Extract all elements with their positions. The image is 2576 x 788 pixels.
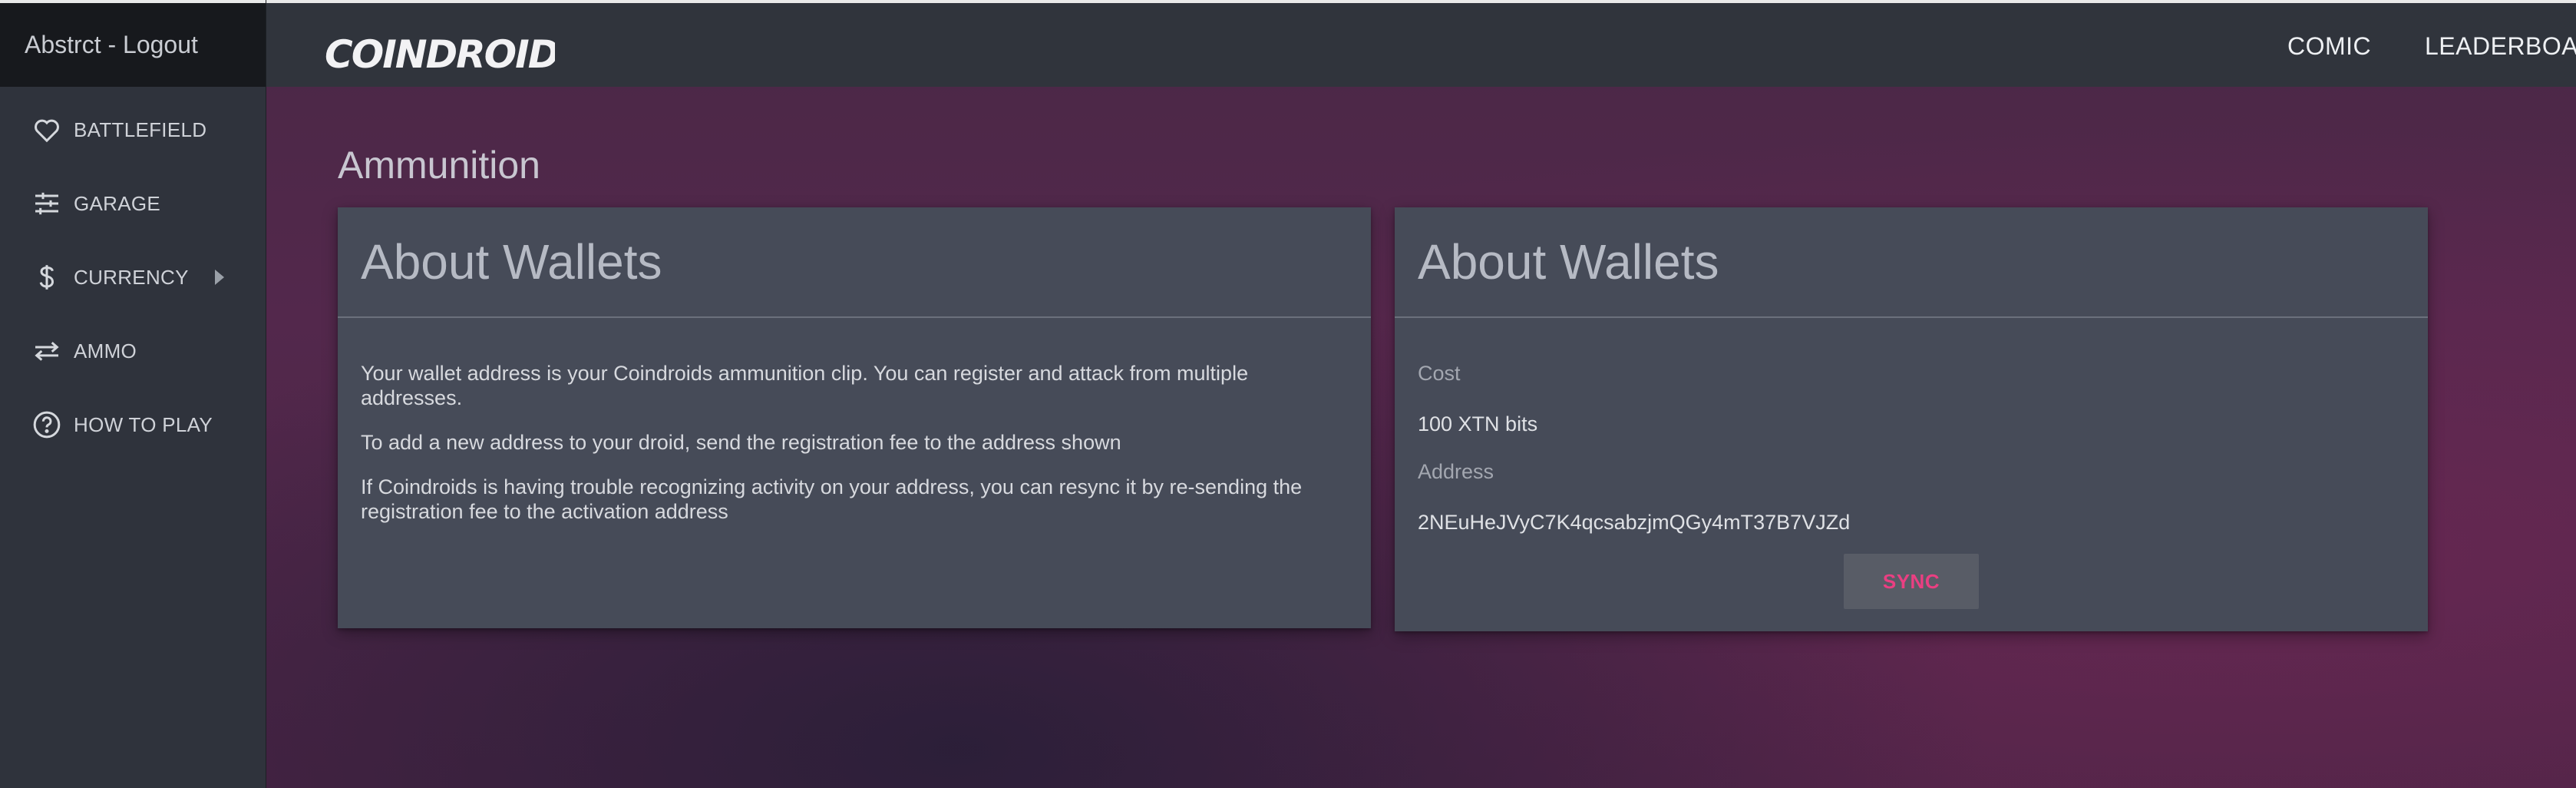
sidebar-nav: BATTLEFIELD GARAGE CURRENCY AMMO HOW TO … [0,93,266,462]
account-logout-link[interactable]: Abstrct - Logout [0,0,266,87]
card-title: About Wallets [338,207,1371,318]
cost-label: Cost [1418,362,1461,385]
card-body: Cost 100 XTN bits Address 2NEuHeJVyC7K4q… [1395,318,2428,535]
wallet-address-value[interactable]: 2NEuHeJVyC7K4qcsabzjmQGy4mT37B7VJZd [1418,510,2405,535]
info-paragraph: To add a new address to your droid, send… [361,431,1121,454]
sidebar-item-garage[interactable]: GARAGE [0,167,266,240]
sidebar: Abstrct - Logout BATTLEFIELD GARAGE CURR… [0,0,266,788]
sync-button[interactable]: SYNC [1844,554,1979,609]
nav-link-leaderboard[interactable]: LEADERBOAR [2425,32,2576,61]
sidebar-item-ammo[interactable]: AMMO [0,314,266,388]
sidebar-item-label: CURRENCY [74,265,189,289]
wallet-details-card: About Wallets Cost 100 XTN bits Address … [1395,207,2428,631]
dollar-icon [31,261,63,293]
about-wallets-info-card: About Wallets Your wallet address is you… [338,207,1371,628]
sidebar-item-currency[interactable]: CURRENCY [0,240,266,314]
card-title: About Wallets [1395,207,2428,318]
sidebar-item-label: BATTLEFIELD [74,118,207,141]
sidebar-item-battlefield[interactable]: BATTLEFIELD [0,93,266,167]
card-body: Your wallet address is your Coindroids a… [338,318,1371,524]
address-label: Address [1418,460,1494,483]
cost-value: 100 XTN bits [1418,412,1538,435]
sidebar-item-how-to-play[interactable]: HOW TO PLAY [0,388,266,462]
info-paragraph: Your wallet address is your Coindroids a… [361,362,1249,409]
heart-icon [31,114,63,146]
app-window: Abstrct - Logout BATTLEFIELD GARAGE CURR… [0,0,2576,788]
sidebar-item-label: GARAGE [74,191,161,215]
chevron-right-icon[interactable] [215,270,224,285]
sidebar-item-label: AMMO [74,339,137,363]
sliders-icon [31,187,63,220]
info-paragraph: If Coindroids is having trouble recogniz… [361,475,1303,523]
sidebar-item-label: HOW TO PLAY [74,412,213,436]
top-navbar: COINDROIDS COMIC LEADERBOAR [266,0,2576,87]
page-title: Ammunition [338,143,540,187]
main-content: COINDROIDS COMIC LEADERBOAR Ammunition A… [266,0,2576,788]
coindroids-logo[interactable]: COINDROIDS [325,31,555,74]
svg-text:COINDROIDS: COINDROIDS [325,32,555,74]
swap-arrows-icon [31,335,63,367]
nav-link-comic[interactable]: COMIC [2287,32,2371,61]
help-circle-icon [31,409,63,441]
